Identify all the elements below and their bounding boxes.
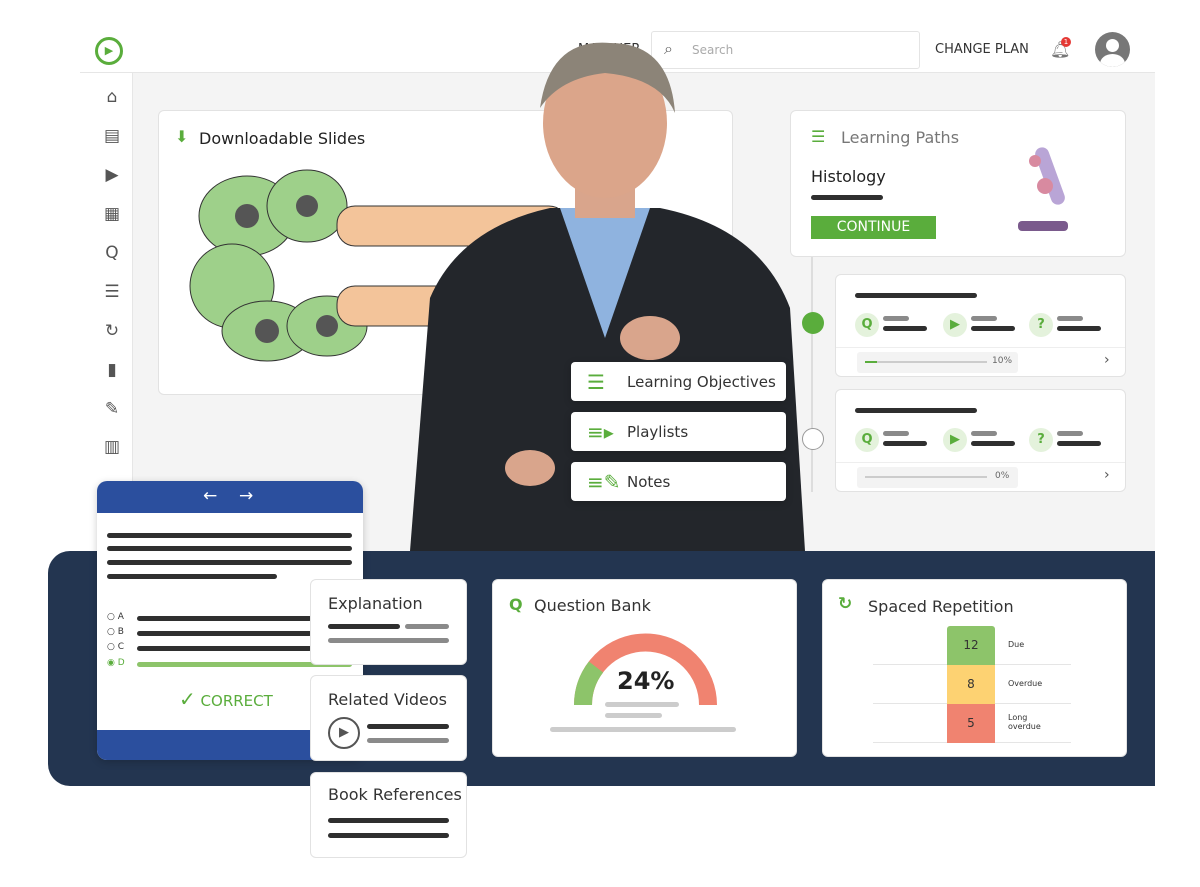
arrow-right-icon[interactable]: → bbox=[239, 486, 253, 506]
bookmark-icon[interactable]: ▮ bbox=[101, 361, 123, 379]
spaced-repetition-card[interactable]: ↻ Spaced Repetition 12 Due 8 Overdue 5 L… bbox=[822, 579, 1127, 757]
option-c[interactable]: ○ C bbox=[107, 642, 124, 652]
explanation-panel[interactable]: Explanation bbox=[310, 579, 467, 665]
progress-bar bbox=[865, 361, 987, 363]
question-bank-title: Question Bank bbox=[534, 596, 651, 615]
learning-path-icon: ☰ bbox=[811, 127, 826, 146]
playlist-icon: ≡▸ bbox=[587, 419, 614, 444]
long-overdue-row: 5 Long overdue bbox=[873, 704, 1071, 743]
progress-bar bbox=[865, 476, 987, 478]
video-icon[interactable]: ▶ bbox=[101, 166, 123, 184]
qbank-icon: Q bbox=[855, 313, 879, 337]
check-icon: ✓ bbox=[179, 687, 196, 711]
menu-notes[interactable]: ≡✎ Notes bbox=[571, 462, 786, 501]
notes-icon: ≡✎ bbox=[587, 469, 621, 494]
home-icon[interactable]: ⌂ bbox=[101, 88, 123, 106]
clipboard-icon[interactable]: ▤ bbox=[101, 127, 123, 145]
book-references-panel[interactable]: Book References bbox=[310, 772, 467, 858]
learning-paths-card: ☰ Learning Paths Histology CONTINUE bbox=[790, 110, 1126, 257]
question-bank-card[interactable]: Q Question Bank 24% bbox=[492, 579, 797, 757]
video-icon: ▶ bbox=[943, 313, 967, 337]
correct-result: ✓ CORRECT bbox=[179, 687, 273, 711]
learning-paths-title: Learning Paths bbox=[841, 128, 960, 147]
avatar[interactable] bbox=[1095, 32, 1130, 67]
slides-title: Downloadable Slides bbox=[199, 129, 366, 148]
path-item-card[interactable]: Q ▶ ? 10% › bbox=[835, 274, 1126, 377]
video-icon: ▶ bbox=[943, 428, 967, 452]
path-subject: Histology bbox=[811, 167, 886, 186]
option-a[interactable]: ○ A bbox=[107, 612, 124, 622]
change-plan-button[interactable]: CHANGE PLAN bbox=[935, 42, 1029, 57]
arrow-left-icon[interactable]: ← bbox=[203, 486, 217, 506]
related-videos-panel[interactable]: Related Videos ▶ bbox=[310, 675, 467, 761]
play-icon[interactable]: ▶ bbox=[328, 717, 360, 749]
score-percent: 24% bbox=[617, 667, 675, 695]
notification-badge: 1 bbox=[1061, 37, 1071, 47]
chevron-right-icon[interactable]: › bbox=[1104, 352, 1110, 368]
due-row: 12 Due bbox=[873, 626, 1071, 665]
spaced-repetition-icon: ↻ bbox=[838, 594, 853, 614]
option-d[interactable]: ◉ D bbox=[107, 658, 125, 668]
qbank-icon: Q bbox=[509, 595, 523, 614]
menu-learning-objectives[interactable]: ☰ Learning Objectives bbox=[571, 362, 786, 401]
option-b[interactable]: ○ B bbox=[107, 627, 124, 637]
spaced-repetition-icon[interactable]: ↻ bbox=[101, 322, 123, 340]
list-icon: ☰ bbox=[587, 369, 605, 394]
timeline-line bbox=[811, 257, 813, 492]
qbank-icon[interactable]: Q bbox=[101, 244, 123, 262]
overdue-row: 8 Overdue bbox=[873, 665, 1071, 704]
continue-button[interactable]: CONTINUE bbox=[811, 216, 936, 239]
stats-icon[interactable]: ▥ bbox=[101, 438, 123, 456]
learning-path-icon[interactable]: ☰ bbox=[101, 283, 123, 301]
logo-icon[interactable]: ▶ bbox=[95, 37, 123, 65]
qbank-icon: Q bbox=[855, 428, 879, 452]
spaced-repetition-title: Spaced Repetition bbox=[868, 597, 1014, 616]
microscope-icon bbox=[1018, 147, 1068, 231]
chevron-right-icon[interactable]: › bbox=[1104, 467, 1110, 483]
progress-text: 0% bbox=[995, 471, 1010, 481]
path-item-card[interactable]: Q ▶ ? 0% › bbox=[835, 389, 1126, 492]
notes-icon[interactable]: ✎ bbox=[101, 400, 123, 418]
question-icon: ? bbox=[1029, 313, 1053, 337]
menu-playlists[interactable]: ≡▸ Playlists bbox=[571, 412, 786, 451]
progress-text: 10% bbox=[992, 356, 1013, 366]
library-icon[interactable]: ▦ bbox=[101, 205, 123, 223]
question-icon: ? bbox=[1029, 428, 1053, 452]
download-icon[interactable]: ⬇ bbox=[175, 127, 188, 146]
